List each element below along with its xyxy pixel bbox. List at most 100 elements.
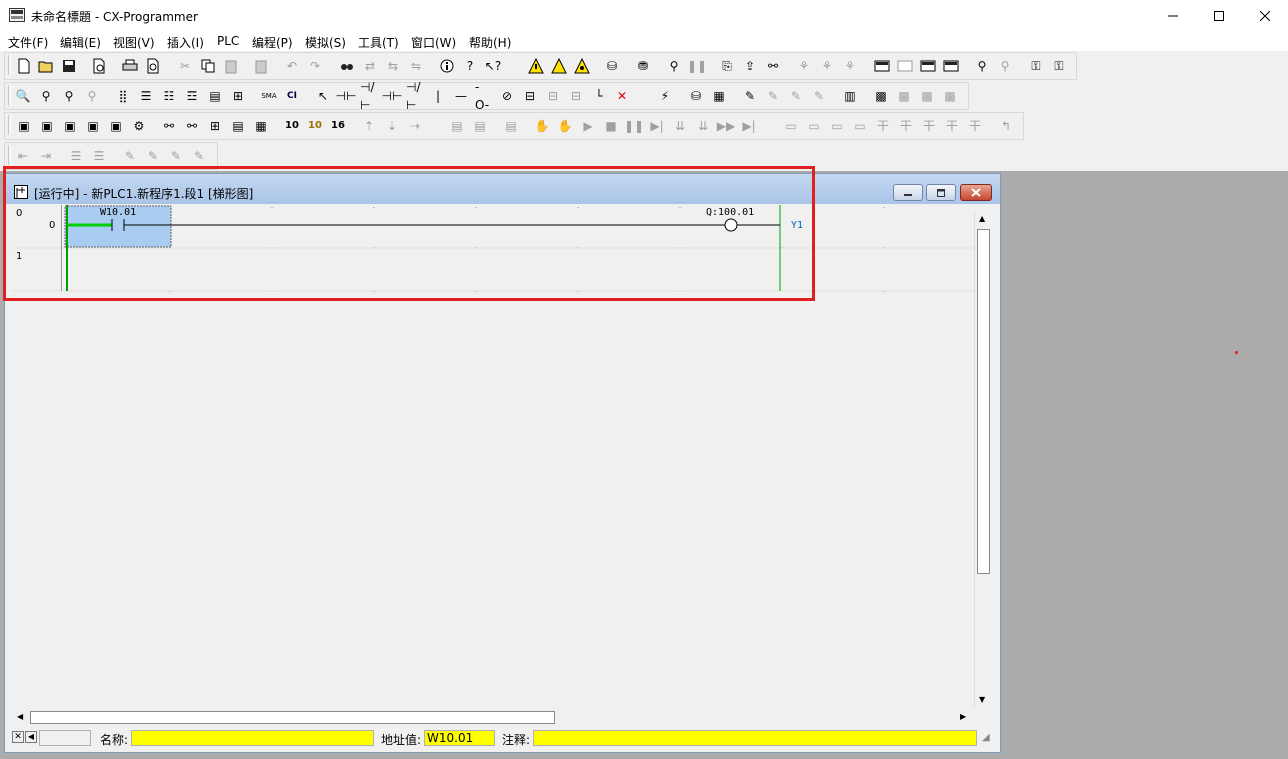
scroll-up-icon[interactable]: ▲ (979, 214, 985, 223)
child-title-bar[interactable]: [运行中] - 新PLC1.新程序1.段1 [梯形图] (5, 174, 1000, 204)
lock-icon[interactable]: ⚿ (1027, 57, 1045, 75)
coil-icon[interactable]: -O- (475, 80, 493, 112)
horizontal-line-icon[interactable]: — (452, 87, 470, 105)
ci-icon[interactable]: CI (283, 87, 301, 105)
plc-online-icon[interactable]: ⛁ (603, 57, 621, 75)
toolbar-grip[interactable] (8, 55, 11, 75)
transfer-icon[interactable]: ⛁ (687, 87, 705, 105)
comment-icon[interactable]: ☰ (137, 87, 155, 105)
menu-window[interactable]: 窗口(W) (411, 34, 456, 51)
send-edit-icon[interactable]: ✎ (787, 87, 805, 105)
cut-icon[interactable]: ✂ (176, 57, 194, 75)
scroll-left-icon[interactable]: ◀ (17, 712, 23, 721)
close-button[interactable] (1242, 0, 1288, 31)
window-2-icon[interactable]: ▣ (38, 117, 56, 135)
program-mode-icon[interactable]: ⎘ (718, 57, 736, 75)
edit-rung-icon[interactable]: ✎ (741, 87, 759, 105)
tool-4-icon[interactable]: ✎ (190, 147, 208, 165)
sfc-icon[interactable]: ▭ (782, 117, 800, 135)
sfc-2-icon[interactable]: ▭ (805, 117, 823, 135)
step-run-icon[interactable]: ▶| (648, 117, 666, 135)
toolbar-grip[interactable] (8, 145, 11, 165)
sfc-6-icon[interactable]: 干 (897, 117, 915, 135)
ladder-editor[interactable]: 0 0 1 W10.01 Q:100.01 Y1 (12, 205, 974, 709)
mnemonic-view-icon[interactable]: ▤ (229, 117, 247, 135)
continuous-step-icon[interactable]: ▶| (740, 117, 758, 135)
zoom-out-icon[interactable]: ⚲ (60, 87, 78, 105)
memory-map-2-icon[interactable]: ▩ (895, 87, 913, 105)
delete-line-icon[interactable]: ✕ (613, 87, 631, 105)
hex-16-icon[interactable]: 16 (329, 117, 347, 135)
unlock-icon[interactable]: ⚿ (1050, 57, 1068, 75)
context-help-icon[interactable]: ↖? (484, 57, 502, 75)
run-icon[interactable]: ▶ (579, 117, 597, 135)
sim-pause-icon[interactable]: ❚❚ (624, 117, 644, 135)
address-field[interactable]: W10.01 (424, 730, 495, 746)
tool-2-icon[interactable]: ✎ (144, 147, 162, 165)
calendar-icon[interactable]: ▦ (710, 87, 728, 105)
clipboard-icon[interactable] (252, 57, 270, 75)
contact-no-icon[interactable]: ⊣⊢ (336, 87, 357, 105)
help-icon[interactable]: ? (461, 57, 479, 75)
horizontal-scroll-thumb[interactable] (30, 711, 555, 724)
contact-or-icon[interactable]: ⊣⊢ (382, 87, 403, 105)
upload-icon[interactable]: ⇪ (741, 57, 759, 75)
grid-icon[interactable]: ⣿ (114, 87, 132, 105)
instruction-2-icon[interactable]: ⊟ (544, 87, 562, 105)
undo-icon[interactable]: ↶ (283, 57, 301, 75)
plc-unit-2-icon[interactable] (896, 57, 914, 75)
step-over-icon[interactable]: ⇢ (406, 117, 424, 135)
resize-grip-icon[interactable]: ◢ (982, 732, 990, 743)
window-4-icon[interactable]: ▣ (84, 117, 102, 135)
print-icon[interactable] (121, 57, 139, 75)
force-on-icon[interactable]: ⚘ (795, 57, 813, 75)
maximize-button[interactable] (1196, 0, 1242, 31)
minimize-button[interactable] (1150, 0, 1196, 31)
pane-left-icon[interactable]: ◀ (25, 731, 37, 743)
warning-icon[interactable] (527, 57, 545, 75)
print-preview-icon[interactable] (144, 57, 162, 75)
menu-simulate[interactable]: 模拟(S) (305, 34, 346, 51)
replace-all-icon[interactable]: ⇋ (407, 57, 425, 75)
tool-icon[interactable]: ✎ (121, 147, 139, 165)
sim-window-2-icon[interactable]: ▤ (471, 117, 489, 135)
connect-line-icon[interactable]: └ (590, 87, 608, 105)
new-file-icon[interactable] (15, 57, 33, 75)
toolbar-grip[interactable] (8, 85, 11, 105)
sfc-3-icon[interactable]: ▭ (828, 117, 846, 135)
abort-edit-icon[interactable]: ✎ (810, 87, 828, 105)
step-in-icon[interactable]: ⇡ (360, 117, 378, 135)
vertical-scroll-thumb[interactable] (977, 229, 990, 574)
zoom-fit-icon[interactable]: ⚲ (83, 87, 101, 105)
menu-file[interactable]: 文件(F) (8, 34, 48, 51)
sfc-7-icon[interactable]: 干 (920, 117, 938, 135)
sim-io-icon[interactable]: ▤ (502, 117, 520, 135)
child-close-button[interactable] (960, 184, 992, 201)
sim-window-icon[interactable]: ▤ (448, 117, 466, 135)
scroll-down-icon[interactable]: ▼ (979, 695, 985, 704)
sfc-8-icon[interactable]: 干 (943, 117, 961, 135)
indent-icon[interactable]: ⇤ (14, 147, 32, 165)
step-out-icon[interactable]: ⇣ (383, 117, 401, 135)
info-icon[interactable] (438, 57, 456, 75)
monitor-icon[interactable]: ⚲ (665, 57, 683, 75)
properties-icon[interactable]: ⚙ (130, 117, 148, 135)
force-off-icon[interactable]: ⚘ (818, 57, 836, 75)
find-icon[interactable] (338, 57, 356, 75)
child-minimize-button[interactable] (893, 184, 923, 201)
print-preview-doc-icon[interactable] (90, 57, 108, 75)
sfc-4-icon[interactable]: ▭ (851, 117, 869, 135)
vertical-line-icon[interactable]: | (429, 87, 447, 105)
menu-view[interactable]: 视图(V) (113, 34, 155, 51)
memory-map-icon[interactable]: ▩ (872, 87, 890, 105)
memory-map-3-icon[interactable]: ▩ (918, 87, 936, 105)
list-icon[interactable]: ☷ (160, 87, 178, 105)
redo-icon[interactable]: ↷ (306, 57, 324, 75)
fast-forward-icon[interactable]: ▶▶ (717, 117, 735, 135)
memory-icon[interactable]: ▤ (206, 87, 224, 105)
step-run-2-icon[interactable]: ⇊ (671, 117, 689, 135)
force-cancel-icon[interactable]: ⚘ (841, 57, 859, 75)
warning-find-icon[interactable] (573, 57, 591, 75)
stop-icon[interactable]: ■ (602, 117, 620, 135)
decimal-10-icon[interactable]: 10 (283, 117, 301, 135)
